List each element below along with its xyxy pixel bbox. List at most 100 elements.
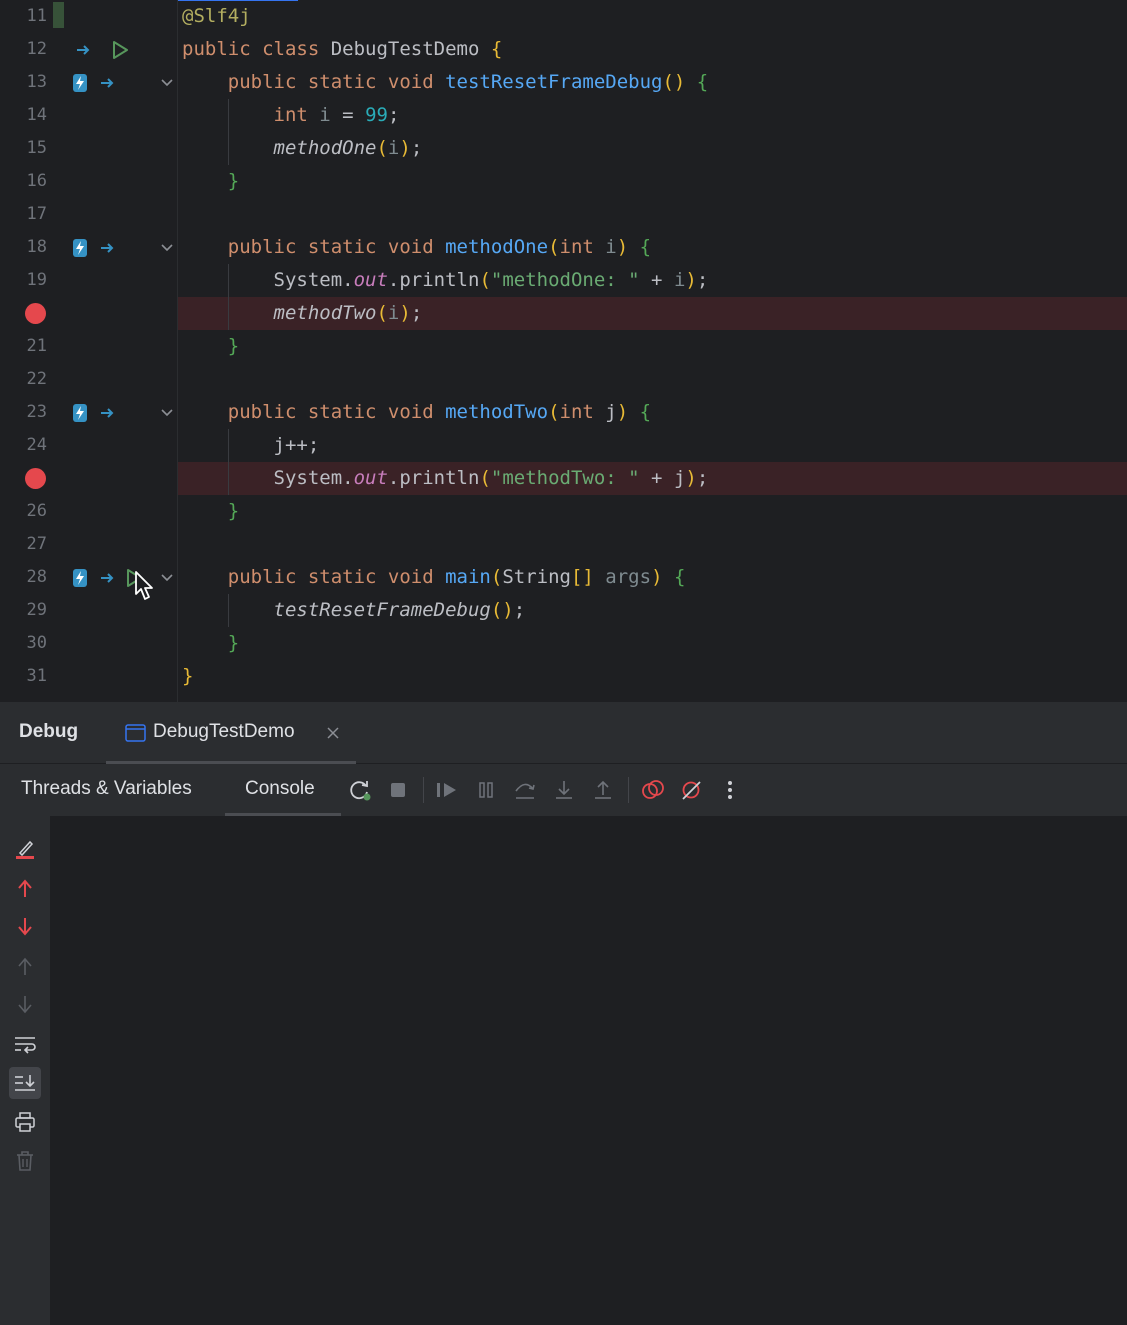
code-token: i <box>387 302 400 324</box>
step-arrow-icon[interactable] <box>73 33 93 66</box>
code-text: public static void methodOne(int i) { <box>182 231 651 264</box>
resume-icon[interactable] <box>433 776 461 804</box>
clear-highlight-icon[interactable] <box>10 834 40 864</box>
line-number: 28 <box>26 567 47 587</box>
code-line[interactable]: 16 } <box>0 165 1127 198</box>
previous-occurrence-icon[interactable] <box>10 873 40 903</box>
indent-guide <box>228 99 229 165</box>
pause-icon[interactable] <box>472 776 500 804</box>
code-token: ( <box>479 269 491 291</box>
rerun-icon[interactable] <box>346 776 374 804</box>
code-area[interactable] <box>178 528 1127 561</box>
fold-chevron-icon[interactable] <box>158 66 176 99</box>
code-line[interactable]: 31} <box>0 660 1127 693</box>
breakpoint-icon[interactable] <box>25 468 46 489</box>
code-area[interactable] <box>178 363 1127 396</box>
code-text: @Slf4j <box>182 0 251 33</box>
run-class-icon[interactable] <box>108 33 132 66</box>
more-options-icon[interactable] <box>716 776 744 804</box>
code-token: DebugTestDemo <box>330 38 491 60</box>
bolt-icon[interactable] <box>70 66 90 99</box>
fold-chevron-icon[interactable] <box>158 561 176 594</box>
tab-threads-variables[interactable]: Threads & Variables <box>21 778 192 800</box>
mute-breakpoints-icon[interactable] <box>677 776 705 804</box>
next-occurrence-icon[interactable] <box>10 912 40 942</box>
code-area[interactable]: public static void main(String[] args) { <box>178 561 1127 594</box>
code-area[interactable]: testResetFrameDebug(); <box>178 594 1127 627</box>
step-arrow-icon[interactable] <box>97 396 117 429</box>
scroll-to-end-icon[interactable] <box>9 1067 41 1099</box>
step-out-icon[interactable] <box>589 776 617 804</box>
step-arrow-icon[interactable] <box>97 231 117 264</box>
code-line[interactable]: 24 j++; <box>0 429 1127 462</box>
code-area[interactable]: } <box>178 330 1127 363</box>
code-area[interactable]: } <box>178 165 1127 198</box>
breakpoint-icon[interactable] <box>25 303 46 324</box>
code-line[interactable]: 12 public class DebugTestDemo { <box>0 33 1127 66</box>
code-area[interactable]: System.out.println("methodOne: " + i); <box>178 264 1127 297</box>
bolt-icon[interactable] <box>70 561 90 594</box>
code-text: } <box>182 627 239 660</box>
code-text: methodOne(i); <box>182 132 423 165</box>
code-line[interactable]: 15 methodOne(i); <box>0 132 1127 165</box>
code-line-breakpoint[interactable]: System.out.println("methodTwo: " + j); <box>0 462 1127 495</box>
code-line[interactable]: 14 int i = 99; <box>0 99 1127 132</box>
session-tab[interactable]: DebugTestDemo <box>106 712 356 764</box>
code-area[interactable]: methodOne(i); <box>178 132 1127 165</box>
close-icon[interactable] <box>326 726 340 745</box>
code-line[interactable]: 26 } <box>0 495 1127 528</box>
tab-console[interactable]: Console <box>245 778 315 800</box>
code-area[interactable]: int i = 99; <box>178 99 1127 132</box>
code-area[interactable]: j++; <box>178 429 1127 462</box>
soft-wrap-icon[interactable] <box>10 1029 40 1059</box>
code-token: + <box>639 467 674 489</box>
code-token: i <box>387 137 400 159</box>
code-line-breakpoint[interactable]: methodTwo(i); <box>0 297 1127 330</box>
trash-icon[interactable] <box>10 1146 40 1176</box>
step-into-icon[interactable] <box>550 776 578 804</box>
code-line[interactable]: 21 } <box>0 330 1127 363</box>
step-arrow-icon[interactable] <box>97 561 117 594</box>
code-area[interactable] <box>178 198 1127 231</box>
code-area[interactable]: } <box>178 495 1127 528</box>
stop-icon[interactable] <box>384 776 412 804</box>
step-over-icon[interactable] <box>511 776 539 804</box>
code-editor[interactable]: 11 @Slf4j 12 public class DebugTestDemo {13… <box>0 0 1127 702</box>
code-area[interactable]: } <box>178 660 1127 693</box>
view-breakpoints-icon[interactable] <box>639 776 667 804</box>
code-line[interactable]: 11 @Slf4j <box>0 0 1127 33</box>
fold-chevron-icon[interactable] <box>158 396 176 429</box>
code-line[interactable]: 22 <box>0 363 1127 396</box>
scroll-up-icon[interactable] <box>10 951 40 981</box>
debug-header: Debug DebugTestDemo <box>0 702 1127 764</box>
print-icon[interactable] <box>10 1107 40 1137</box>
code-line[interactable]: 30 } <box>0 627 1127 660</box>
fold-chevron-icon[interactable] <box>158 231 176 264</box>
code-line[interactable]: 29 testResetFrameDebug(); <box>0 594 1127 627</box>
step-arrow-icon[interactable] <box>97 66 117 99</box>
line-number: 11 <box>26 6 47 26</box>
code-line[interactable]: 19 System.out.println("methodOne: " + i)… <box>0 264 1127 297</box>
code-area[interactable]: } <box>178 627 1127 660</box>
bolt-icon[interactable] <box>70 396 90 429</box>
debug-tool-window[interactable]: Debug DebugTestDemo Threads & Variables … <box>0 702 1127 1325</box>
code-area[interactable]: public static void testResetFrameDebug()… <box>178 66 1127 99</box>
code-token: out <box>353 467 388 489</box>
code-area[interactable]: public class DebugTestDemo { <box>178 33 1127 66</box>
code-text: public class DebugTestDemo { <box>182 33 502 66</box>
line-number: 14 <box>26 105 47 125</box>
scroll-down-icon[interactable] <box>10 990 40 1020</box>
bolt-icon[interactable] <box>70 231 90 264</box>
code-area[interactable]: methodTwo(i); <box>178 297 1127 330</box>
console-side-toolbar <box>0 816 50 1325</box>
code-area[interactable]: System.out.println("methodTwo: " + j); <box>178 462 1127 495</box>
code-area[interactable]: @Slf4j <box>178 0 1127 33</box>
code-token: [] <box>570 566 606 588</box>
code-area[interactable]: public static void methodTwo(int j) { <box>178 396 1127 429</box>
line-number: 21 <box>26 336 47 356</box>
console-output[interactable] <box>50 816 1127 1325</box>
code-line[interactable]: 17 <box>0 198 1127 231</box>
code-line[interactable]: 27 <box>0 528 1127 561</box>
code-area[interactable]: public static void methodOne(int i) { <box>178 231 1127 264</box>
line-number: 31 <box>26 666 47 686</box>
